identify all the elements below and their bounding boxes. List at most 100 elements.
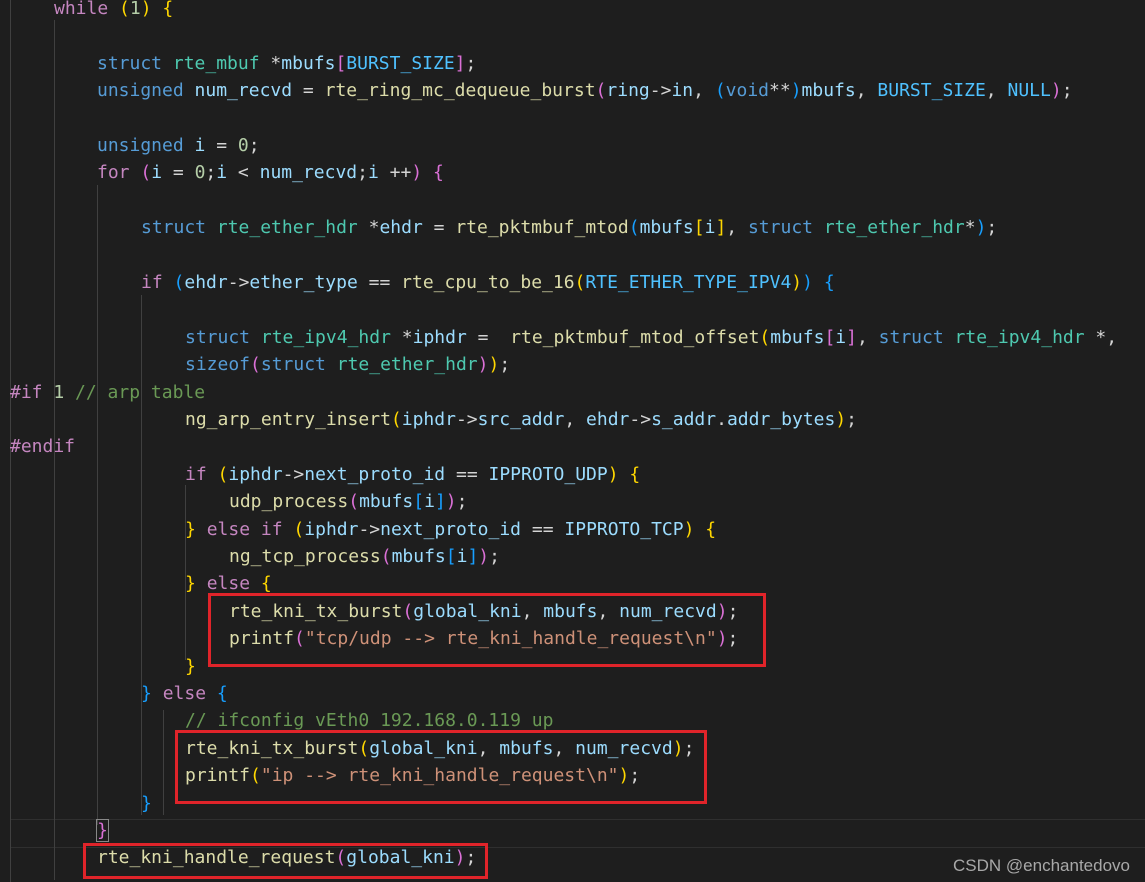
code-token: ( [390,409,402,430]
code-token: { [433,162,444,184]
code-token: = [292,80,325,102]
code-token: 1 [53,381,65,403]
code-token: iphdr [304,518,359,540]
code-token: RTE_ETHER_TYPE_IPV4 [585,272,792,293]
code-line: struct rte_ipv4_hdr *iphdr = rte_pktmbuf… [185,324,1117,351]
code-token: ( [173,272,185,293]
code-token: void [725,80,770,102]
code-token: ) [790,80,802,102]
code-token: ( [293,518,305,540]
code-token: { [162,0,174,19]
code-line: if (ehdr->ether_type == rte_cpu_to_be_16… [141,269,835,296]
code-token: * [964,217,976,239]
code-token: NULL [1007,80,1051,102]
code-token: // arp table [75,381,206,403]
code-token: num_recvd [259,162,358,184]
code-token: ( [348,491,360,513]
code-token: iphdr [412,326,467,348]
code-token: rte_pktmbuf_mtod [455,217,629,239]
code-token: mbufs [391,546,446,567]
code-token: -> [282,463,305,485]
code-token: ] [454,52,466,74]
code-line: while (1) { [54,0,173,22]
code-token: , [985,80,1008,102]
code-token: * [357,217,380,239]
code-token: ) [1050,80,1062,102]
code-token: struct [747,217,813,239]
code-token: rte_pktmbuf_mtod_offset [510,326,760,348]
code-token: i [704,217,716,239]
code-token: ( [759,326,771,348]
code-token: mbufs [281,52,336,74]
code-token: ] [434,491,446,513]
indent-guide [97,185,98,825]
code-token: rte_ring_mc_dequeue_burst [324,80,596,102]
code-line: unsigned num_recvd = rte_ring_mc_dequeue… [97,77,1073,104]
code-token: num_recvd [194,80,293,102]
code-token: { [629,463,641,485]
code-token: ] [715,217,727,239]
code-token: 0 [237,135,249,156]
code-token: ( [628,217,640,239]
code-token: = [466,326,511,348]
code-line: unsigned i = 0; [97,132,260,159]
code-token: next_proto_id [304,463,446,485]
code-token: { [823,272,835,293]
code-token: ) [975,217,987,239]
code-line: sizeof(struct rte_ether_hdr)); [185,351,510,378]
code-token: s_addr [651,409,717,430]
code-token: = [205,135,238,156]
code-token: , [856,326,879,348]
code-token: else [162,683,207,704]
highlight-box-kni-else [208,593,766,667]
code-token: ; [1061,80,1073,102]
code-token: rte_ether_hdr [216,217,358,239]
code-line: ng_arp_entry_insert(iphdr->src_addr, ehd… [185,406,857,433]
code-token: next_proto_id [380,518,522,540]
code-token: [ [413,491,425,513]
code-line: if (iphdr->next_proto_id == IPPROTO_UDP)… [185,461,640,488]
code-token: sizeof [185,354,251,376]
code-editor[interactable]: while (1) {struct rte_mbuf *mbufs[BURST_… [0,0,1145,882]
code-token: ; [986,217,998,239]
code-token: ) [802,272,813,293]
code-token: , [726,217,748,239]
code-token: struct [97,52,163,74]
code-token: ) [607,463,619,485]
code-line: struct rte_ether_hdr *ehdr = rte_pktmbuf… [141,214,997,241]
code-token: 0 [194,162,206,184]
code-token: BURST_SIZE [877,80,986,102]
code-line: } [141,790,152,817]
code-line: ng_tcp_process(mbufs[i]); [229,543,500,570]
code-token: , [693,80,715,102]
code-token: -> [629,409,652,430]
code-token: ; [456,491,468,513]
code-token: ) [488,354,500,376]
indent-guide [141,295,142,815]
code-token: iphdr [401,409,456,430]
code-token: ( [380,546,392,567]
code-token: ] [846,326,857,348]
code-token: unsigned [97,135,184,156]
code-token: [ [824,326,836,348]
code-token: ; [248,135,260,156]
code-token: [ [335,52,347,74]
code-token: ( [140,162,152,184]
code-line: udp_process(mbufs[i]); [229,488,467,515]
code-token: else [206,518,251,540]
code-token: ++ [378,162,412,184]
code-token: rte_ipv4_hdr [260,326,391,348]
code-token: while [54,0,109,19]
